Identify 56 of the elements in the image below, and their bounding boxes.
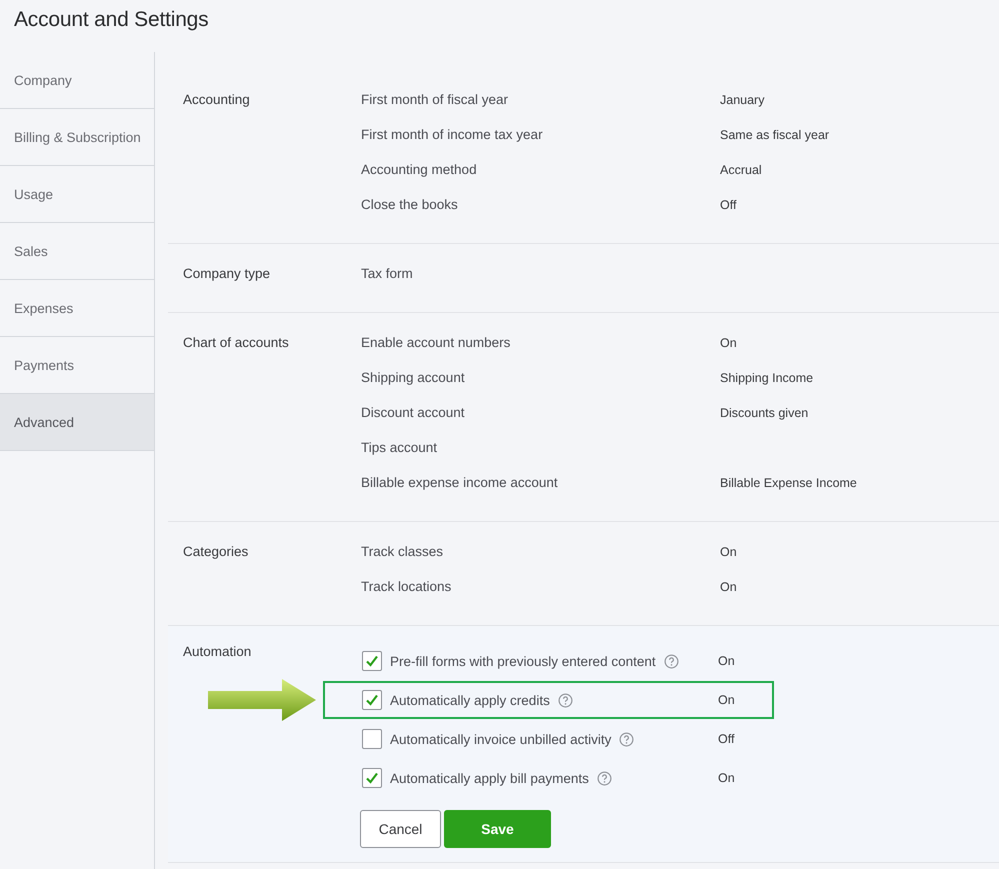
section-label: Categories (183, 543, 250, 561)
setting-name: Enable account numbers (361, 334, 512, 352)
option-label: Pre-fill forms with previously entered content (390, 654, 656, 668)
setting-value: On (718, 693, 736, 707)
option-label: Automatically apply bill payments (390, 770, 589, 786)
checkmark-icon (365, 654, 379, 668)
save-button[interactable]: Save (444, 810, 551, 848)
setting-name: Discount account (361, 404, 466, 422)
setting-name: Track classes (361, 543, 444, 561)
setting-name: Shipping account (361, 369, 466, 387)
setting-name: First month of income tax year (361, 126, 544, 144)
section-label: Chart of accounts (183, 334, 290, 352)
help-icon[interactable] (558, 692, 573, 708)
help-icon[interactable] (596, 770, 612, 786)
setting-name: Tax form (361, 265, 414, 283)
pointer-arrow-icon (208, 679, 318, 721)
sidebar-item[interactable]: Sales (0, 223, 154, 280)
setting-value: On (720, 579, 737, 596)
help-icon[interactable] (664, 654, 679, 668)
setting-value: On (718, 771, 736, 785)
sidebar-item[interactable]: Company (0, 52, 154, 109)
checkbox[interactable] (362, 651, 382, 671)
checkbox[interactable] (362, 729, 382, 749)
sidebar-item[interactable]: Billing & Subscription (0, 109, 154, 166)
setting-name: Billable expense income account (361, 474, 559, 492)
setting-name: First month of fiscal year (361, 91, 510, 109)
option-label: Automatically apply credits (390, 692, 550, 708)
checkbox[interactable] (362, 690, 382, 710)
cancel-button[interactable]: Cancel (360, 810, 441, 848)
setting-value: Off (718, 732, 736, 746)
section-label: Accounting (183, 91, 251, 109)
help-icon[interactable] (619, 732, 634, 746)
setting-value: On (718, 654, 736, 668)
section-label: Automation (183, 643, 252, 661)
setting-name: Accounting method (361, 161, 478, 179)
checkmark-icon (365, 771, 379, 785)
setting-value: On (720, 335, 737, 352)
setting-value: Same as fiscal year (720, 127, 830, 144)
checkbox[interactable] (362, 768, 382, 788)
page-title: Account and Settings (13, 7, 210, 33)
sidebar-item[interactable]: Usage (0, 166, 154, 223)
setting-name: Close the books (361, 196, 459, 214)
setting-value: Shipping Income (720, 370, 814, 387)
section-label: Company type (183, 265, 272, 283)
setting-value: Discounts given (720, 405, 808, 422)
sidebar-item[interactable]: Advanced (0, 394, 154, 451)
setting-name: Track locations (361, 578, 452, 596)
setting-value: Accrual (720, 162, 762, 179)
setting-name: Tips account (361, 439, 438, 457)
option-label: Automatically invoice unbilled activity (390, 732, 612, 746)
setting-value: January (720, 92, 764, 109)
setting-value: Off (720, 197, 736, 214)
sidebar-item[interactable]: Expenses (0, 280, 154, 337)
checkmark-icon (365, 693, 379, 707)
setting-value: On (720, 544, 737, 561)
setting-value: Billable Expense Income (720, 475, 857, 492)
